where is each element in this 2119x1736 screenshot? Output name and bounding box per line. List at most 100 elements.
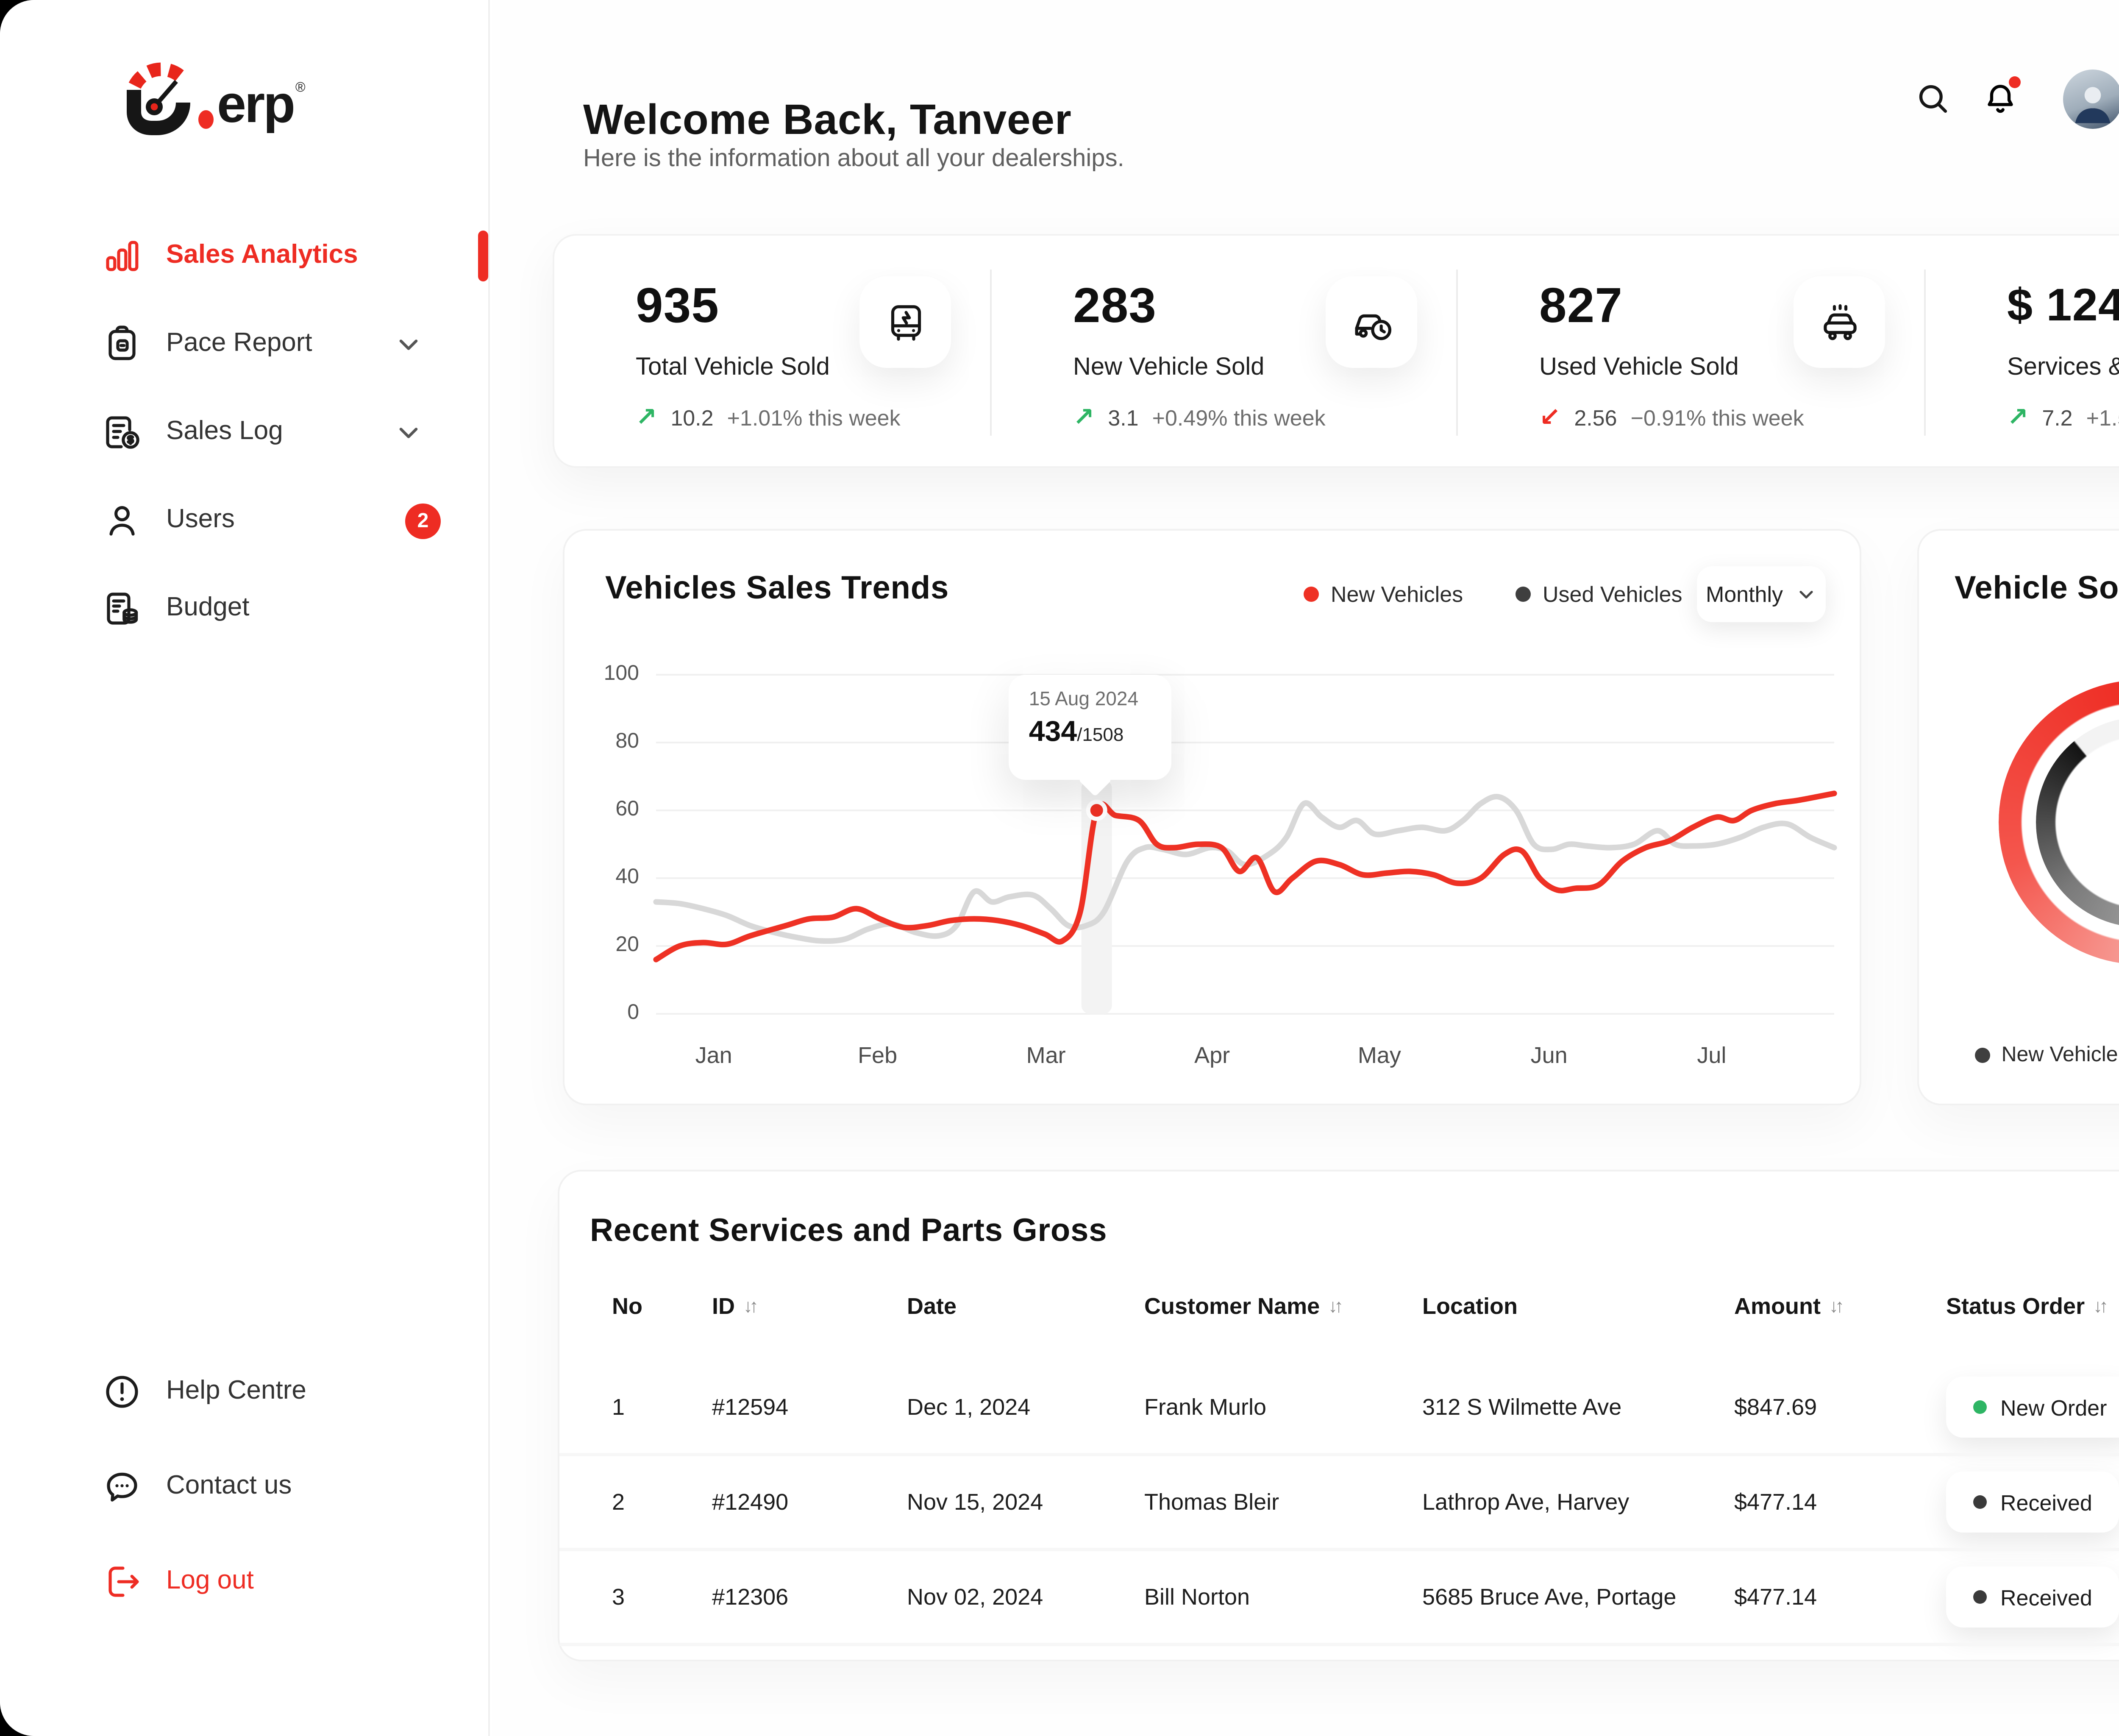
x-tick: Jul (1661, 1043, 1763, 1068)
registered-mark: ® (295, 80, 306, 95)
car-clock-icon (1326, 276, 1417, 368)
sidebar: erp ® Sales Analytics Pace Report Sales … (0, 0, 490, 1736)
screen: erp ® Sales Analytics Pace Report Sales … (0, 0, 2119, 1736)
bus-front-icon (859, 276, 951, 368)
page-title: Welcome Back, Tanveer (583, 96, 1072, 145)
stat-used-vehicle-sold: 827 Used Vehicle Sold ↙2.56−0.91% this w… (1458, 236, 1924, 466)
x-tick: Mar (995, 1043, 1097, 1068)
logo-dot (198, 110, 214, 129)
table-row: 1 #12594 Dec 1, 2024 Frank Murlo 312 S W… (559, 1361, 2119, 1453)
status-dot (1973, 1400, 1987, 1414)
notification-dot (2008, 76, 2020, 88)
user-icon (102, 500, 142, 541)
y-tick: 60 (575, 797, 639, 821)
search-icon[interactable] (1913, 80, 1951, 117)
sidebar-item-pace-report[interactable]: Pace Report (0, 305, 488, 383)
chevron-down-icon (1795, 583, 1817, 605)
legend-dot (1304, 587, 1319, 602)
legend-used-vehicles: Used Vehicles (1516, 581, 1682, 607)
gauge-d-icon (119, 61, 197, 139)
sidebar-item-users[interactable]: Users 2 (0, 481, 488, 559)
col-no: No (612, 1294, 642, 1319)
sidebar-item-budget[interactable]: Budget (0, 570, 488, 648)
avatar[interactable] (2063, 69, 2119, 128)
sidebar-item-sales-analytics[interactable]: Sales Analytics (0, 217, 488, 295)
trend-down-icon: ↙ (1539, 402, 1560, 432)
x-tick: Apr (1161, 1043, 1263, 1068)
table-header: No ID↓↑ Date Customer Name↓↑ Location Am… (559, 1294, 2119, 1351)
x-tick: Feb (827, 1043, 929, 1068)
active-indicator (478, 231, 488, 281)
col-customer-name[interactable]: Customer Name↓↑ (1144, 1294, 1340, 1319)
chart-tooltip: 15 Aug 2024 434/1508 (1009, 675, 1171, 780)
status-dot (1973, 1495, 1987, 1509)
status-badge: Received (1946, 1566, 2119, 1628)
legend-dot (1516, 587, 1531, 602)
chevron-down-icon[interactable] (393, 329, 424, 359)
col-location: Location (1422, 1294, 1518, 1319)
status-dot (1973, 1590, 1987, 1604)
app-window: erp ® Sales Analytics Pace Report Sales … (0, 0, 2119, 1736)
brand-logo[interactable]: erp ® (119, 51, 306, 139)
info-circle-icon (102, 1372, 142, 1412)
trend-up-icon: ↗ (1073, 402, 1094, 432)
budget-doc-icon (102, 588, 142, 629)
y-tick: 40 (575, 865, 639, 888)
chat-bubble-icon (102, 1466, 142, 1507)
stat-total-vehicle-sold: 935 Total Vehicle Sold ↗10.2+1.01% this … (554, 236, 990, 466)
trends-period-select[interactable]: Monthly (1697, 566, 1826, 622)
sidebar-item-logout[interactable]: Log out (0, 1543, 488, 1621)
sidebar-item-contact-us[interactable]: Contact us (0, 1448, 488, 1526)
donut-legend: New Vehicle Used Vehicle (1919, 1043, 2119, 1066)
vehicle-sold-card: Vehicle Sold ••• New Vehicle Used Vehicl… (1917, 529, 2119, 1105)
legend-dot (1974, 1047, 1989, 1062)
vehicles-sales-trends-card: Vehicles Sales Trends New Vehicles Used … (563, 529, 1861, 1105)
chevron-down-icon[interactable] (393, 417, 424, 448)
notifications-button[interactable] (1981, 80, 2019, 117)
users-count-badge: 2 (405, 503, 441, 538)
logout-icon (102, 1561, 142, 1602)
legend-new-vehicles: New Vehicles (1304, 581, 1463, 607)
sidebar-item-sales-log[interactable]: Sales Log (0, 393, 488, 471)
header-actions: M. Tanveer (1913, 64, 2119, 132)
invoice-icon (102, 412, 142, 453)
clipboard-icon (102, 324, 142, 364)
sort-icon: ↓↑ (1829, 1296, 1841, 1316)
trend-up-icon: ↗ (636, 402, 657, 432)
page-subtitle: Here is the information about all your d… (583, 146, 1124, 173)
stat-services-parts: $ 124,854 Services & Parts ↗7.2+1.51% th… (1926, 236, 2119, 466)
main-content: Welcome Back, Tanveer Here is the inform… (492, 0, 2119, 1736)
x-tick: May (1329, 1043, 1430, 1068)
x-tick: Jun (1498, 1043, 1600, 1068)
bar-chart-icon (102, 236, 142, 276)
x-tick: Jan (663, 1043, 765, 1068)
status-badge: Received (1946, 1472, 2119, 1533)
donut-title: Vehicle Sold (1955, 571, 2119, 609)
legend-new-vehicle: New Vehicle (1974, 1043, 2118, 1066)
chart-title: Vehicles Sales Trends (605, 571, 949, 609)
col-date: Date (907, 1294, 957, 1319)
status-badge: New Order (1946, 1377, 2119, 1438)
sort-icon: ↓↑ (1328, 1296, 1340, 1316)
table-row: 2 #12490 Nov 15, 2024 Thomas Bleir Lathr… (559, 1456, 2119, 1548)
y-tick: 80 (575, 729, 639, 753)
table-title: Recent Services and Parts Gross (590, 1214, 1107, 1251)
col-id[interactable]: ID↓↑ (712, 1294, 755, 1319)
y-tick: 100 (575, 661, 639, 685)
avatar-silhouette-icon (2068, 75, 2117, 128)
sidebar-item-help-centre[interactable]: Help Centre (0, 1353, 488, 1431)
stats-strip: 935 Total Vehicle Sold ↗10.2+1.01% this … (553, 234, 2119, 468)
sort-icon: ↓↑ (743, 1296, 755, 1316)
line-chart[interactable] (656, 675, 1834, 1014)
col-amount[interactable]: Amount↓↑ (1734, 1294, 1841, 1319)
y-tick: 20 (575, 932, 639, 956)
recent-services-table-card: Recent Services and Parts Gross Monthly … (558, 1170, 2119, 1661)
sort-icon: ↓↑ (2093, 1296, 2105, 1316)
table-row: 3 #12306 Nov 02, 2024 Bill Norton 5685 B… (559, 1551, 2119, 1643)
brand-text: erp (217, 71, 294, 139)
trend-up-icon: ↗ (2007, 402, 2028, 432)
sidebar-nav: Sales Analytics Pace Report Sales Log Us… (0, 217, 488, 658)
col-status-order[interactable]: Status Order↓↑ (1946, 1294, 2105, 1319)
car-used-icon (1794, 276, 1885, 368)
y-tick: 0 (575, 1000, 639, 1024)
